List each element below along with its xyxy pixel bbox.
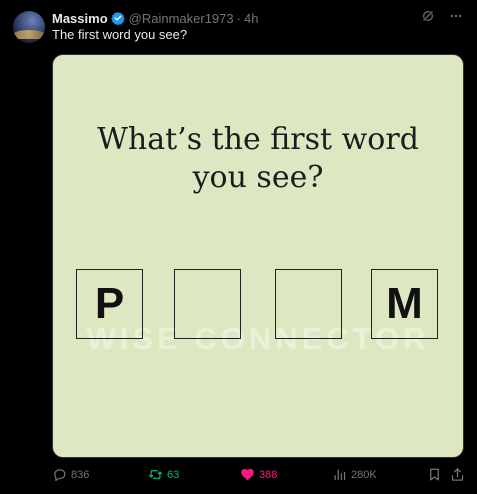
bookmark-button[interactable] — [427, 467, 442, 482]
bookmark-icon — [427, 467, 442, 482]
share-button[interactable] — [450, 467, 465, 482]
tweet-actions: 836 63 388 280K — [52, 467, 466, 487]
views-count: 280K — [351, 468, 377, 481]
timestamp[interactable]: 4h — [244, 11, 258, 26]
puzzle-title-line-2: you see? — [192, 160, 324, 195]
grok-icon[interactable] — [421, 9, 435, 23]
more-icon[interactable] — [449, 9, 463, 23]
tweet-text: The first word you see? — [52, 27, 188, 42]
like-count: 388 — [259, 468, 278, 481]
verified-badge-icon — [110, 11, 125, 26]
tweet-media-image[interactable]: What’s the first word you see? WISE CONN… — [52, 54, 464, 458]
letter-box-3 — [275, 269, 342, 339]
reply-count: 836 — [71, 468, 90, 481]
repost-icon — [148, 467, 163, 482]
author-name[interactable]: Massimo — [52, 11, 108, 26]
separator-dot: · — [236, 10, 241, 26]
header-actions — [421, 9, 463, 23]
repost-count: 63 — [167, 468, 180, 481]
letter-box-4: M — [371, 269, 438, 339]
like-icon — [240, 467, 255, 482]
author-avatar[interactable] — [13, 11, 45, 43]
repost-button[interactable]: 63 — [148, 467, 179, 482]
views-icon — [332, 467, 347, 482]
views-button[interactable]: 280K — [332, 467, 377, 482]
like-button[interactable]: 388 — [240, 467, 277, 482]
puzzle-title-line-1: What’s the first word — [97, 122, 419, 157]
author-handle[interactable]: @Rainmaker1973 — [129, 11, 234, 26]
reply-icon — [52, 467, 67, 482]
tweet-header: Massimo @Rainmaker1973 · 4h — [52, 9, 258, 27]
letter-box-1: P — [76, 269, 143, 339]
reply-button[interactable]: 836 — [52, 467, 89, 482]
puzzle-title: What’s the first word you see? — [53, 121, 463, 197]
letter-box-2 — [174, 269, 241, 339]
share-icon — [450, 467, 465, 482]
